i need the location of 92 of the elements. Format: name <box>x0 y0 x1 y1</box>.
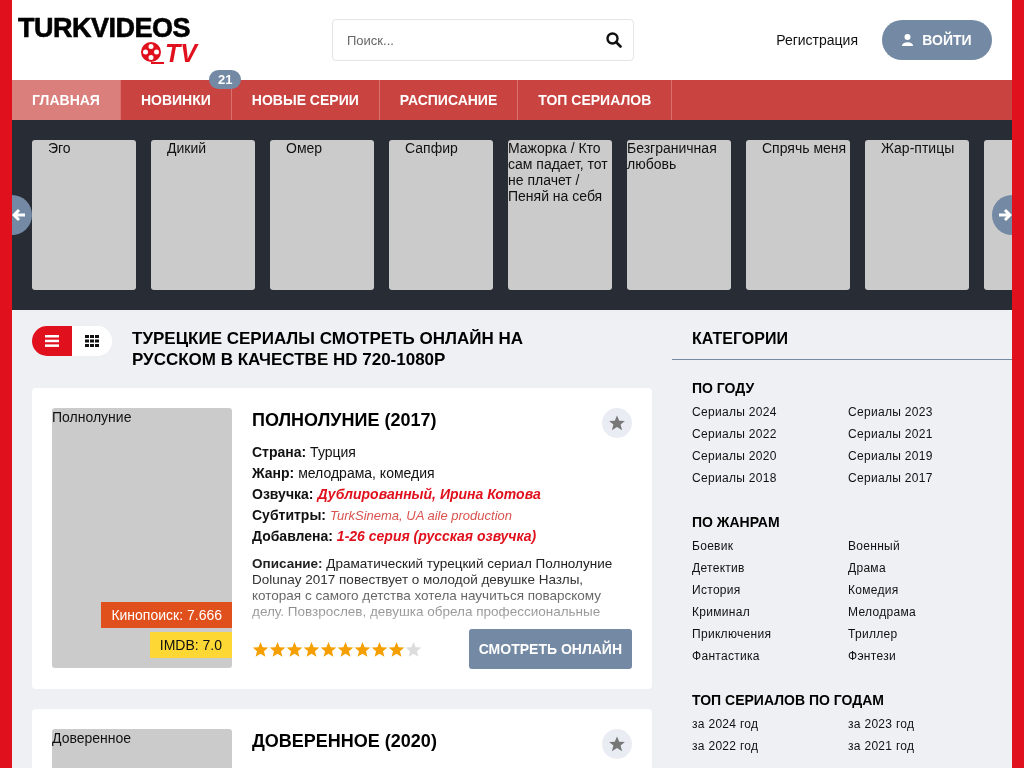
favorite-button[interactable] <box>602 408 632 438</box>
film-reel-icon <box>140 41 164 65</box>
poster-title: Безграничная любовь <box>627 140 718 172</box>
logo-text[interactable]: TURKVIDEOS <box>18 15 191 41</box>
info-line: Озвучка: Дублированный, Ирина Котова <box>252 485 542 504</box>
poster-title: Эго <box>47 140 72 156</box>
poster-image[interactable]: Доверенное <box>52 729 232 768</box>
star-icon <box>608 414 626 432</box>
count-badge: 21 <box>208 70 242 89</box>
series-title[interactable]: ДОВЕРЕННОЕ (2020) <box>252 729 437 752</box>
section-heading: ПО ЖАНРАМ <box>692 514 781 530</box>
star-icon[interactable] <box>354 640 371 658</box>
category-link[interactable]: Сериалы 2022 <box>692 426 848 442</box>
category-link[interactable]: Боевик <box>692 538 848 554</box>
info-line: Жанр: мелодрама, комедия <box>252 464 436 483</box>
poster-title: Жар-птицы <box>880 140 956 156</box>
category-link[interactable]: История <box>692 582 848 598</box>
search-field[interactable]: Поиск... <box>332 19 634 61</box>
category-link[interactable]: за 2023 год <box>848 716 992 732</box>
category-link[interactable]: Приключения <box>692 626 848 642</box>
poster-title: Омер <box>285 140 324 156</box>
category-link[interactable]: Сериалы 2018 <box>692 470 848 486</box>
star-icon[interactable] <box>320 640 337 658</box>
category-link[interactable]: Криминал <box>692 604 848 620</box>
category-link[interactable]: Сериалы 2020 <box>692 448 848 464</box>
category-link[interactable]: Сериалы 2024 <box>692 404 848 420</box>
register-link[interactable]: Регистрация <box>776 32 858 48</box>
image-alt-text: Полнолуние <box>52 409 132 425</box>
star-icon[interactable] <box>286 640 303 658</box>
poster-title: Дикий <box>166 140 208 156</box>
category-link[interactable]: Триллер <box>848 626 992 642</box>
page-title: ТУРЕЦКИЕ СЕРИАЛЫ СМОТРЕТЬ ОНЛАЙН НА РУССКОМ В КАЧЕСТВЕ HD 720-1080P <box>132 328 524 370</box>
nav-tab[interactable]: НОВЫЕ СЕРИИ <box>231 80 379 120</box>
arrow-right-icon <box>998 208 1012 222</box>
star-icon[interactable] <box>252 640 269 658</box>
poster-card[interactable]: Безграничная любовь <box>627 140 731 290</box>
list-icon <box>45 335 59 347</box>
sidebar-title: КАТЕГОРИИ <box>672 328 1012 360</box>
nav-tab[interactable]: РАСПИСАНИЕ <box>379 80 518 120</box>
category-link[interactable]: Сериалы 2019 <box>848 448 992 464</box>
poster-title: Сапфир <box>404 140 459 156</box>
search-icon[interactable] <box>606 32 622 48</box>
star-icon[interactable] <box>303 640 320 658</box>
category-link[interactable]: Детектив <box>692 560 848 576</box>
favorite-button[interactable] <box>602 729 632 759</box>
user-icon <box>902 34 914 46</box>
image-alt-text: Доверенное <box>52 730 132 746</box>
arrow-left-icon <box>12 208 26 222</box>
poster-card[interactable]: Дикий <box>151 140 255 290</box>
category-link[interactable]: Сериалы 2023 <box>848 404 992 420</box>
kinopoisk-rating: Кинопоиск: 7.666 <box>101 602 232 628</box>
star-icon[interactable] <box>371 640 388 658</box>
list-view-button[interactable] <box>32 326 72 356</box>
category-link[interactable]: за 2024 год <box>692 716 848 732</box>
category-link[interactable]: за 2022 год <box>692 738 848 754</box>
category-link[interactable]: Сериалы 2021 <box>848 426 992 442</box>
category-link[interactable]: Военный <box>848 538 992 554</box>
info-line: Субтитры: TurkSinema, UA aile production <box>252 506 514 525</box>
poster-title: Мажорка / Кто сам падает, тот не плачет / Пеняй на себя <box>508 140 609 204</box>
star-icon[interactable] <box>405 640 422 658</box>
category-link[interactable]: Драма <box>848 560 992 576</box>
series-title[interactable]: ПОЛНОЛУНИЕ (2017) <box>252 408 437 431</box>
star-icon[interactable] <box>269 640 286 658</box>
category-link[interactable]: Фантастика <box>692 648 848 664</box>
poster-card[interactable]: Омер <box>270 140 374 290</box>
category-link[interactable]: за 2021 год <box>848 738 992 754</box>
category-link[interactable]: Комедия <box>848 582 992 598</box>
poster-card[interactable]: Сапфир <box>389 140 493 290</box>
poster-card[interactable]: Спрячь меня <box>746 140 850 290</box>
section-heading: ТОП СЕРИАЛОВ ПО ГОДАМ <box>692 692 885 708</box>
category-link[interactable]: Фэнтези <box>848 648 992 664</box>
logo-text[interactable]: TV <box>165 41 197 65</box>
poster-card[interactable]: Эго <box>32 140 136 290</box>
info-line: Страна: Турция <box>252 443 357 462</box>
login-button[interactable]: ВОЙТИ <box>882 20 992 60</box>
star-rating[interactable] <box>252 640 422 658</box>
info-line: Добавлена: 1-26 серия (русская озвучка) <box>252 527 538 546</box>
poster-card[interactable]: Мажорка / Кто сам падает, тот не плачет / Пеняй на себя <box>508 140 612 290</box>
imdb-rating: IMDB: 7.0 <box>149 632 232 658</box>
star-icon[interactable] <box>388 640 405 658</box>
grid-icon <box>85 335 99 347</box>
description-text: Описание: Драматический турецкий сериал Полнолуние Dolunay 2017 повествует о молодой девушке Назлы, которая с самого детства хотела научиться поварскому делу. Повзрослев, девушка обрела профессиональные <box>252 556 614 620</box>
poster-image[interactable]: Полнолуние Кинопоиск: 7.666 IMDB: 7.0 <box>52 408 232 668</box>
star-icon <box>608 735 626 753</box>
category-link[interactable]: Мелодрама <box>848 604 992 620</box>
poster-title: Спрячь меня <box>761 140 848 156</box>
poster-card[interactable]: Жар-птицы <box>865 140 969 290</box>
section-heading: ПО ГОДУ <box>692 380 756 396</box>
watch-online-button[interactable]: СМОТРЕТЬ ОНЛАЙН <box>468 629 632 669</box>
nav-tab[interactable]: ТОП СЕРИАЛОВ <box>518 80 672 120</box>
star-icon[interactable] <box>337 640 354 658</box>
category-link[interactable]: Сериалы 2017 <box>848 470 992 486</box>
